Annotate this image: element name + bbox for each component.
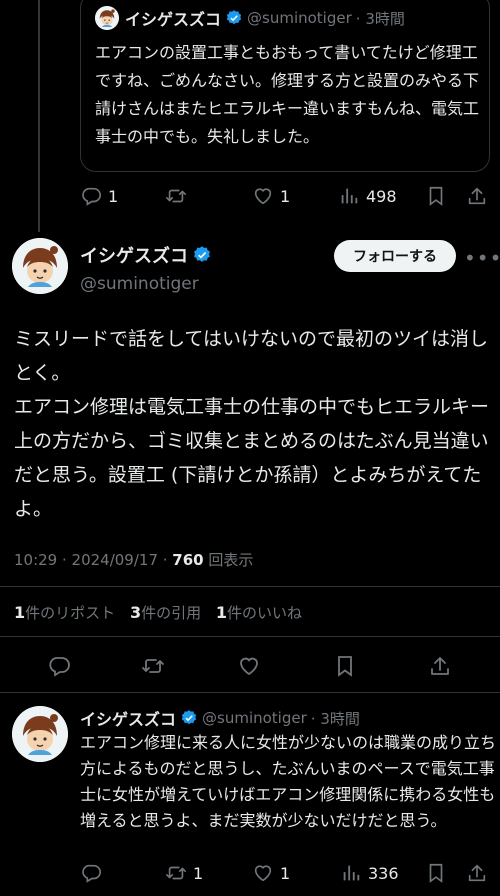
previous-tweet-header: イシゲスズコ @suminotiger · 3時間	[95, 6, 475, 30]
like-icon	[252, 185, 274, 207]
tweet-time[interactable]: · 3時間	[356, 8, 405, 29]
divider	[0, 692, 500, 693]
views-count: 336	[368, 863, 399, 883]
reply-tweet-header: イシゲスズコ @suminotiger · 3時間	[80, 706, 360, 730]
author-handle[interactable]: @suminotiger	[247, 9, 352, 27]
reply-icon	[80, 862, 102, 884]
avatar[interactable]	[95, 6, 119, 30]
thread-connector-line	[38, 0, 40, 232]
quotes-count: 3	[129, 603, 142, 622]
views-button[interactable]: 498	[338, 185, 397, 207]
bookmark-button[interactable]	[425, 862, 447, 884]
views-button[interactable]: 336	[340, 862, 399, 884]
tweet-text: エアコンの設置工事ともおもって書いてたけど修理工ですね、ごめんなさい。修理する方…	[95, 43, 480, 146]
share-button[interactable]	[428, 654, 452, 678]
like-button[interactable]: 1	[252, 185, 290, 207]
retweet-icon	[165, 185, 187, 207]
share-icon	[466, 185, 488, 207]
like-button[interactable]	[237, 654, 261, 678]
avatar[interactable]	[12, 706, 68, 762]
like-icon	[252, 862, 274, 884]
likes-count: 1	[215, 603, 228, 622]
views-icon	[338, 185, 360, 207]
tweet-timestamp: 10:29 · 2024/09/17 · 760 回表示	[14, 549, 253, 570]
more-options-icon[interactable]: •••	[464, 246, 500, 270]
reply-icon	[47, 654, 71, 678]
verified-badge-icon	[180, 709, 198, 727]
previous-tweet[interactable]: イシゲスズコ @suminotiger · 3時間 エアコンの設置工事ともおもっ…	[80, 0, 490, 172]
author-name[interactable]: イシゲスズコ	[80, 706, 176, 730]
divider	[0, 586, 500, 587]
retweet-icon	[141, 654, 165, 678]
share-icon	[428, 654, 452, 678]
bookmark-button[interactable]	[333, 654, 357, 678]
bookmark-button[interactable]	[425, 185, 447, 207]
main-author: イシゲスズコ @suminotiger	[80, 242, 216, 294]
tweet-text-body: ミスリードで話をしてはいけないので最初のツイは消しとく。 エアコン修理は電気工事…	[14, 328, 490, 520]
view-count: 760	[172, 551, 204, 569]
likes-link[interactable]: 1件のいいね	[215, 603, 303, 622]
reply-button[interactable]	[47, 654, 71, 678]
avatar[interactable]	[12, 238, 68, 294]
tweet-text: ミスリードで話をしてはいけないので最初のツイは消しとく。 エアコン修理は電気工事…	[14, 322, 492, 526]
like-icon	[237, 654, 261, 678]
share-button[interactable]	[466, 185, 488, 207]
verified-badge-icon	[225, 9, 243, 27]
like-button[interactable]: 1	[252, 862, 290, 884]
tweet-time[interactable]: · 3時間	[311, 708, 360, 729]
tweet-time[interactable]: 10:29 · 2024/09/17 ·	[14, 551, 172, 569]
reply-button[interactable]: 1	[80, 185, 118, 207]
reposts-link[interactable]: 1件のリポスト	[14, 603, 116, 622]
views-count: 498	[366, 186, 397, 206]
likes-label: 件のいいね	[227, 604, 303, 622]
retweet-button[interactable]	[141, 654, 165, 678]
retweet-count: 1	[193, 863, 204, 883]
quotes-link[interactable]: 3件の引用	[129, 603, 202, 622]
quotes-label: 件の引用	[141, 604, 202, 622]
verified-badge-icon	[192, 245, 212, 265]
like-count: 1	[280, 186, 291, 206]
reposts-label: 件のリポスト	[25, 604, 116, 622]
author-name[interactable]: イシゲスズコ	[80, 242, 188, 268]
author-handle[interactable]: @suminotiger	[202, 709, 307, 727]
bookmark-icon	[333, 654, 357, 678]
retweet-button[interactable]: 1	[165, 862, 203, 884]
retweet-button[interactable]	[165, 185, 187, 207]
like-count: 1	[280, 863, 291, 883]
bookmark-icon	[425, 862, 447, 884]
engagement-stats: 1件のリポスト 3件の引用 1件のいいね	[14, 602, 302, 623]
reply-icon	[80, 185, 102, 207]
views-icon	[340, 862, 362, 884]
retweet-icon	[165, 862, 187, 884]
share-icon	[466, 862, 488, 884]
bookmark-icon	[425, 185, 447, 207]
reply-button[interactable]	[80, 862, 102, 884]
view-label: 回表示	[203, 551, 254, 569]
follow-button[interactable]: フォローする	[334, 240, 456, 272]
author-name[interactable]: イシゲスズコ	[125, 6, 221, 30]
reply-count: 1	[108, 186, 119, 206]
divider	[0, 636, 500, 637]
author-handle[interactable]: @suminotiger	[80, 274, 216, 294]
tweet-text: エアコン修理に来る人に女性が少ないのは職業の成り立ち方によるものだと思うし、たぶ…	[80, 733, 497, 830]
share-button[interactable]	[466, 862, 488, 884]
reposts-count: 1	[14, 603, 26, 622]
